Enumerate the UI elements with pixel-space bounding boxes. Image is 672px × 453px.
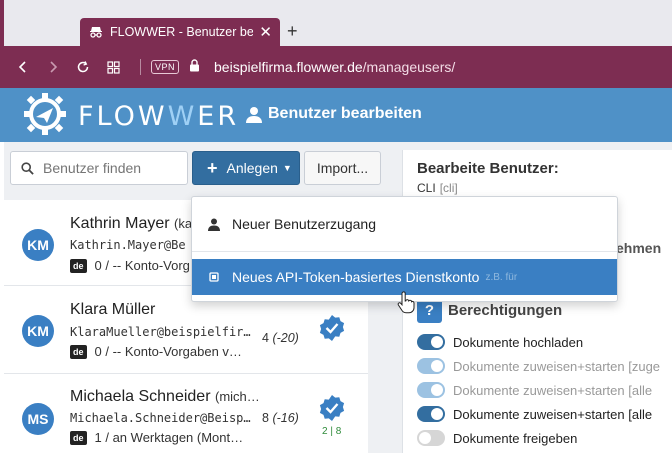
avatar: KM [22,229,54,261]
document-count: 8 (-16) [262,411,299,425]
permission-toggle[interactable] [417,430,445,446]
avatar: MS [22,403,54,435]
permission-row[interactable]: Dokumente freigeben [417,430,577,446]
search-input[interactable] [43,160,173,176]
plus-icon: + [207,157,218,178]
page-title-text: Benutzer bearbeiten [268,105,422,122]
page-title: Benutzer bearbeiten [246,105,422,123]
hand-pointer-icon [397,291,415,314]
language-badge: de [70,258,87,273]
editor-title: Bearbeite Benutzer: [417,160,559,177]
verified-badge-icon [319,315,345,341]
verified-badge-icon [319,395,345,421]
logo-wordmark: FLOWWER [78,101,240,132]
url-field[interactable]: beispielfirma.flowwer.de/manageusers/ [214,59,455,75]
user-name: Michaela Schneider (mich… [70,388,260,405]
editor-subtitle: CLI [cli] [417,181,458,195]
permission-row[interactable]: Dokumente zuweisen+starten [alle [417,406,652,422]
user-login: KlaraMueller@beispielfir… [70,325,251,339]
flowwer-logo-icon[interactable] [22,91,68,137]
menu-item-new-user[interactable]: Neuer Benutzerzugang [192,207,617,241]
menu-divider [192,251,617,252]
user-row[interactable]: MS Michaela Schneider (mich… Michaela.Sc… [4,376,368,453]
language-badge: de [70,344,87,359]
browser-tab[interactable]: FLOWWER - Benutzer bearbeiten ✕ [80,18,280,46]
app-header: FLOWWER Benutzer bearbeiten [0,88,672,142]
url-path: /manageusers/ [362,59,456,75]
user-login: Michaela.Schneider@Beisp… [70,411,251,425]
menu-item-new-api-service-account[interactable]: Neues API-Token-basiertes Dienstkonto z.… [192,259,617,295]
search-field[interactable] [10,151,188,185]
user-status: de 1 / an Werktagen (Mont… [70,430,243,445]
permission-toggle[interactable] [417,358,445,374]
incognito-icon [88,26,104,38]
permission-row[interactable]: Dokumente zuweisen+starten [alle [417,382,652,398]
language-badge: de [70,430,87,445]
create-button-label: Anlegen [226,160,278,176]
reload-icon[interactable] [68,52,98,82]
user-name: Klara Müller [70,301,156,318]
permission-row[interactable]: Dokumente zuweisen+starten [zuge [417,358,660,374]
url-domain: beispielfirma.flowwer.de [214,59,363,75]
permission-toggle[interactable] [417,406,445,422]
tab-title: FLOWWER - Benutzer bearbeiten [110,25,254,39]
avatar: KM [22,315,54,347]
search-icon [21,161,34,175]
user-icon [208,218,220,231]
close-icon[interactable]: ✕ [259,25,272,40]
user-name: Kathrin Mayer (kat [70,215,196,232]
user-status: de 0 / -- Konto-Vorgaben v… [70,344,242,359]
back-icon[interactable] [8,52,38,82]
caret-down-icon: ▼ [282,163,292,173]
separator [140,59,141,75]
permission-toggle[interactable] [417,334,445,350]
new-tab-button[interactable]: + [287,21,298,42]
browser-tabstrip: FLOWWER - Benutzer bearbeiten ✕ + [0,0,672,46]
document-count: 4 (-20) [262,331,299,345]
address-bar: VPN beispielfirma.flowwer.de/manageusers… [0,46,672,88]
create-button[interactable]: + Anlegen ▼ [192,151,300,185]
user-status: de 0 / -- Konto-Vorg [70,258,190,273]
user-login: Kathrin.Mayer@Be [70,238,186,252]
create-dropdown-menu: Neuer Benutzerzugang Neues API-Token-bas… [191,196,618,302]
chip-icon [209,272,219,282]
vpn-badge[interactable]: VPN [151,60,180,74]
verified-count: 2 | 8 [322,426,342,437]
editor-partial-text: ehmen [616,240,662,256]
permission-toggle[interactable] [417,382,445,398]
tabs-grid-icon[interactable] [98,52,128,82]
lock-icon[interactable] [189,59,200,75]
import-button[interactable]: Import... [304,151,381,185]
user-icon [246,106,262,123]
forward-icon[interactable] [38,52,68,82]
permission-row[interactable]: Dokumente hochladen [417,334,583,350]
